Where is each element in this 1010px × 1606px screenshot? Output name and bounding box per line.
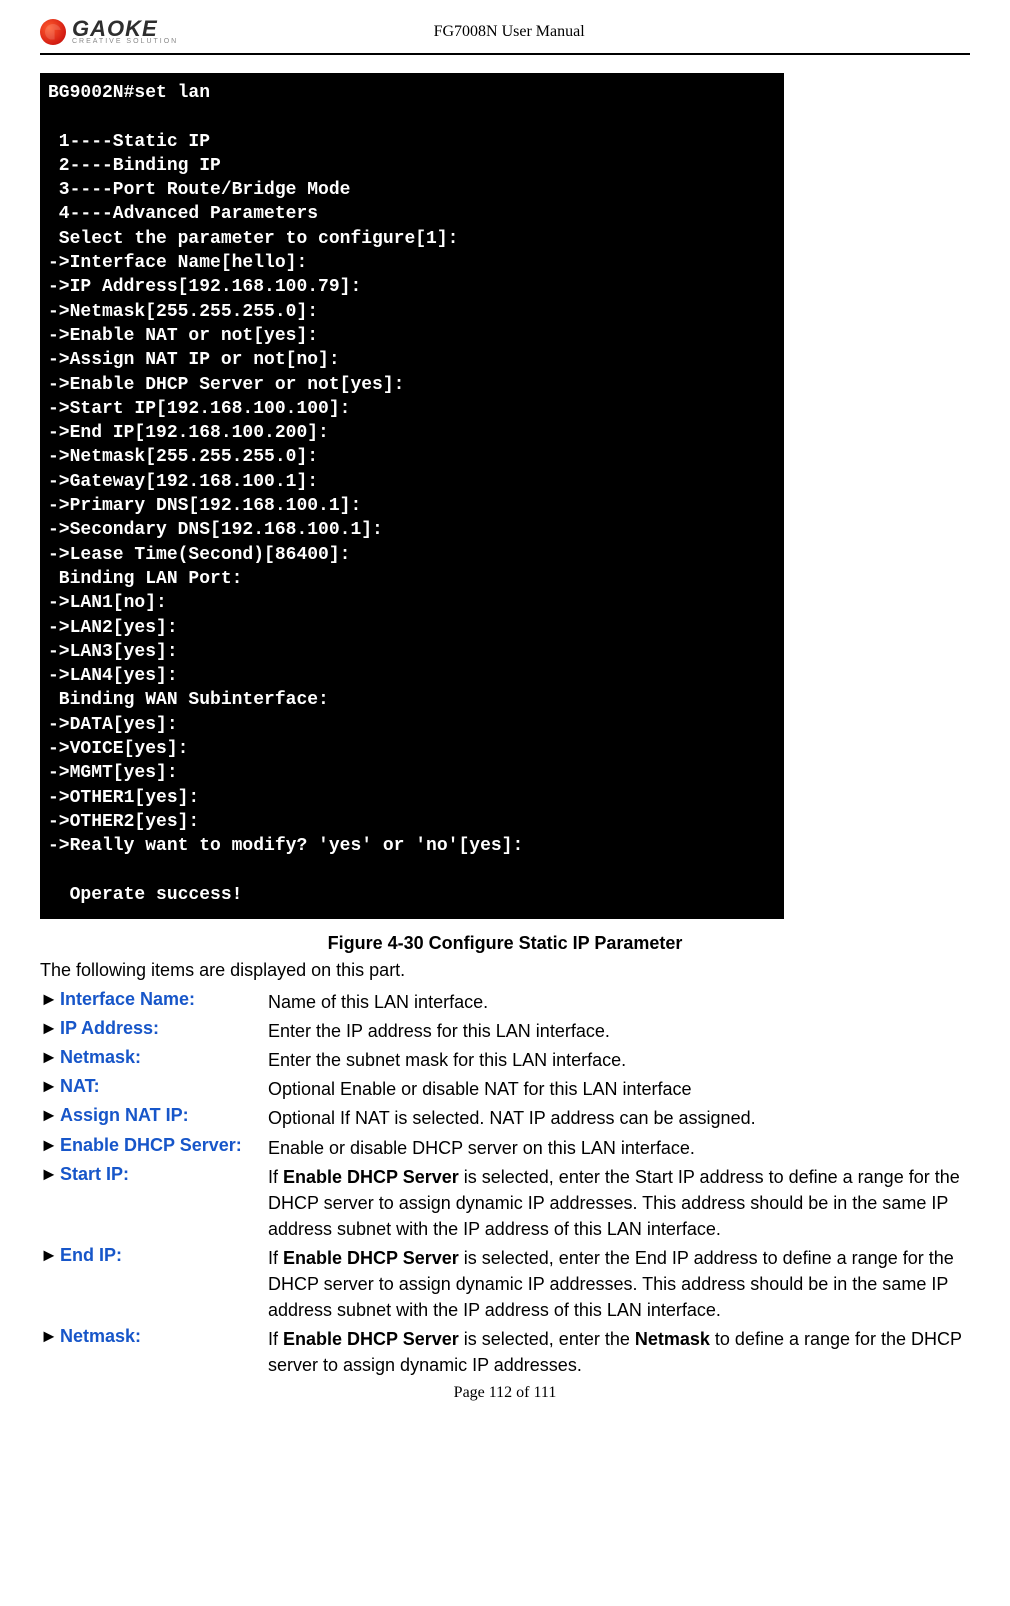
parameter-label: Start IP: [60,1164,268,1185]
bullet-icon: ► [40,1047,60,1068]
parameter-row: ►Interface Name:Name of this LAN interfa… [40,989,970,1015]
logo-text: GAOKE [72,18,178,40]
parameter-description: Enter the IP address for this LAN interf… [268,1018,970,1044]
parameter-label: IP Address: [60,1018,268,1039]
bullet-icon: ► [40,1105,60,1126]
parameter-label: Netmask: [60,1047,268,1068]
parameter-description: Name of this LAN interface. [268,989,970,1015]
parameter-description: If Enable DHCP Server is selected, enter… [268,1245,970,1323]
page-footer: Page 112 of 111 [40,1384,970,1402]
figure-caption: Figure 4-30 Configure Static IP Paramete… [40,933,970,954]
header-divider [40,53,970,55]
intro-text: The following items are displayed on thi… [40,960,970,981]
parameter-description: Optional Enable or disable NAT for this … [268,1076,970,1102]
bullet-icon: ► [40,989,60,1010]
logo: GAOKE CREATIVE SOLUTION [40,18,178,45]
parameter-description: Optional If NAT is selected. NAT IP addr… [268,1105,970,1131]
parameter-row: ►Netmask:Enter the subnet mask for this … [40,1047,970,1073]
parameter-description: Enter the subnet mask for this LAN inter… [268,1047,970,1073]
parameter-description: If Enable DHCP Server is selected, enter… [268,1326,970,1378]
doc-title: FG7008N User Manual [178,23,840,41]
parameter-label: End IP: [60,1245,268,1266]
parameter-label: NAT: [60,1076,268,1097]
parameter-row: ►Start IP:If Enable DHCP Server is selec… [40,1164,970,1242]
parameter-description: If Enable DHCP Server is selected, enter… [268,1164,970,1242]
parameter-row: ►Enable DHCP Server:Enable or disable DH… [40,1135,970,1161]
page-header: GAOKE CREATIVE SOLUTION FG7008N User Man… [40,18,970,45]
parameter-label: Assign NAT IP: [60,1105,268,1126]
parameter-row: ►NAT:Optional Enable or disable NAT for … [40,1076,970,1102]
bullet-icon: ► [40,1135,60,1156]
parameter-description: Enable or disable DHCP server on this LA… [268,1135,970,1161]
parameter-label: Enable DHCP Server: [60,1135,268,1156]
parameter-label: Netmask: [60,1326,268,1347]
bullet-icon: ► [40,1326,60,1347]
bullet-icon: ► [40,1076,60,1097]
logo-icon [40,19,66,45]
parameter-row: ►IP Address:Enter the IP address for thi… [40,1018,970,1044]
bullet-icon: ► [40,1018,60,1039]
parameter-row: ►End IP:If Enable DHCP Server is selecte… [40,1245,970,1323]
terminal-output: BG9002N#set lan 1----Static IP 2----Bind… [40,73,784,919]
parameter-label: Interface Name: [60,989,268,1010]
parameter-row: ►Netmask:If Enable DHCP Server is select… [40,1326,970,1378]
bullet-icon: ► [40,1245,60,1266]
parameter-row: ►Assign NAT IP:Optional If NAT is select… [40,1105,970,1131]
parameter-list: ►Interface Name:Name of this LAN interfa… [40,989,970,1378]
logo-subtext: CREATIVE SOLUTION [72,38,178,45]
bullet-icon: ► [40,1164,60,1185]
